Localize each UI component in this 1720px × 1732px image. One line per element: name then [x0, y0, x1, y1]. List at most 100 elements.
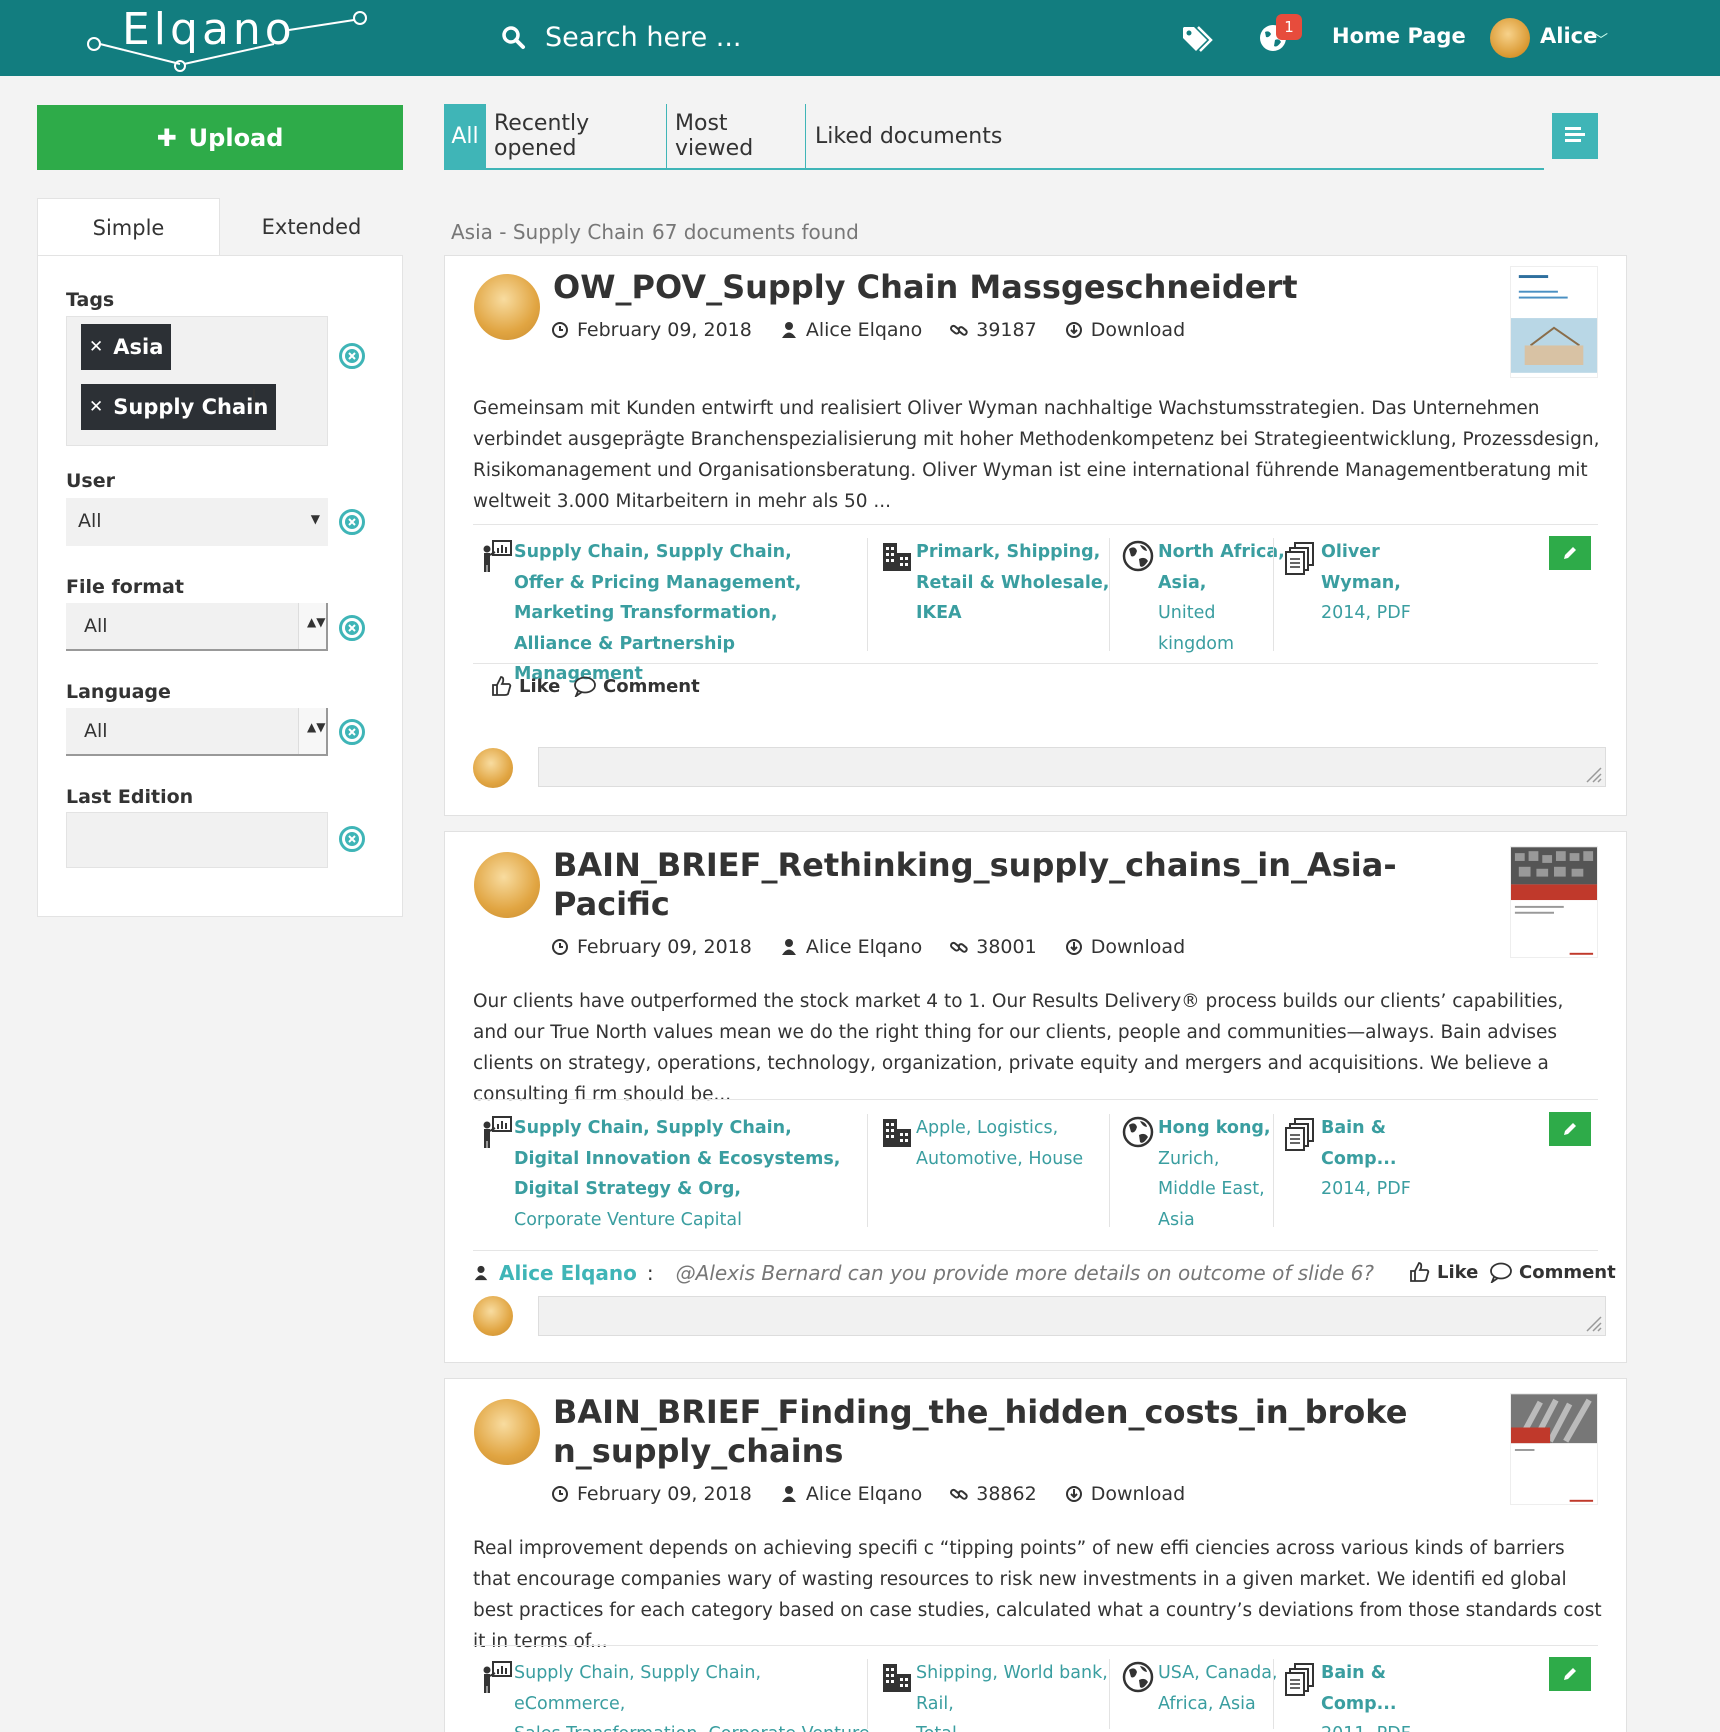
- region-link[interactable]: Middle East,: [1158, 1179, 1265, 1199]
- region-link[interactable]: USA, Canada,: [1158, 1663, 1278, 1683]
- document-meta: February 09, 2018 Alice Elqano 39187 Dow…: [551, 319, 1185, 341]
- industry-link[interactable]: Automotive, House: [916, 1149, 1083, 1169]
- avatar[interactable]: [1490, 18, 1530, 58]
- home-page-link[interactable]: Home Page: [1332, 24, 1466, 48]
- source-info: Bain & Comp... 2011, PDF: [1321, 1658, 1451, 1732]
- document-title[interactable]: BAIN_BRIEF_Finding_the_hidden_costs_in_b…: [553, 1393, 1407, 1471]
- tab-extended[interactable]: Extended: [220, 198, 403, 256]
- download-link[interactable]: Download: [1091, 936, 1185, 958]
- source-link[interactable]: Oliver Wyman,: [1321, 542, 1401, 593]
- pencil-icon: [1564, 1668, 1576, 1680]
- source-info: Oliver Wyman, 2014, PDF: [1321, 537, 1441, 629]
- topic-link[interactable]: Digital Strategy & Org,: [514, 1179, 741, 1199]
- remove-tag-icon[interactable]: ✕: [89, 397, 103, 417]
- remove-tag-icon[interactable]: ✕: [89, 337, 103, 357]
- file-format-select[interactable]: All ▲▼: [66, 603, 328, 651]
- comment-icon: [1490, 1262, 1512, 1283]
- tab-recently-opened[interactable]: Recently opened: [494, 104, 667, 168]
- industry-link[interactable]: Shipping, World bank, Rail,: [916, 1663, 1108, 1714]
- topic-link[interactable]: Marketing Transformation,: [514, 603, 777, 623]
- thumbs-up-icon: [1410, 1262, 1430, 1282]
- source-link[interactable]: Bain & Comp...: [1321, 1663, 1397, 1714]
- logo[interactable]: Elqano: [84, 4, 374, 72]
- like-button[interactable]: Like: [1409, 1261, 1478, 1283]
- download-link[interactable]: Download: [1091, 319, 1185, 341]
- region-link[interactable]: North Africa,: [1158, 542, 1285, 562]
- tag-chip-supply-chain[interactable]: ✕ Supply Chain: [81, 384, 277, 430]
- document-author[interactable]: Alice Elqano: [806, 936, 922, 958]
- topic-link[interactable]: Digital Innovation & Ecosystems,: [514, 1149, 840, 1169]
- list-view-button[interactable]: [1552, 113, 1598, 159]
- topic-link[interactable]: Offer & Pricing Management,: [514, 573, 801, 593]
- topic-link[interactable]: Supply Chain, Supply Chain, eCommerce,: [514, 1663, 761, 1714]
- clear-user-icon[interactable]: [337, 507, 367, 537]
- clear-edition-icon[interactable]: [337, 824, 367, 854]
- industry-link[interactable]: Total: [916, 1724, 957, 1732]
- clock-icon: [552, 1486, 568, 1502]
- comment-author[interactable]: Alice Elqano: [499, 1261, 637, 1285]
- region-link[interactable]: Asia: [1158, 1210, 1195, 1230]
- source-link[interactable]: Bain & Comp...: [1321, 1118, 1397, 1169]
- comment-button[interactable]: Comment: [573, 675, 700, 697]
- industry-link[interactable]: Retail & Wholesale, IKEA: [916, 573, 1109, 624]
- comment-input[interactable]: [538, 1296, 1606, 1336]
- industry-link[interactable]: Apple, Logistics,: [916, 1118, 1058, 1138]
- edit-button[interactable]: [1549, 1112, 1591, 1146]
- resize-handle-icon[interactable]: [1581, 1311, 1603, 1333]
- upload-button[interactable]: ✚ Upload: [37, 105, 403, 170]
- tags-label: Tags: [66, 289, 115, 311]
- document-meta: February 09, 2018 Alice Elqano 38862 Dow…: [551, 1483, 1185, 1505]
- documents-icon: [1285, 1118, 1314, 1151]
- document-description: Gemeinsam mit Kunden entwirft und realis…: [473, 398, 1600, 512]
- chevron-down-icon[interactable]: ﹀: [1594, 30, 1608, 50]
- download-link[interactable]: Download: [1091, 1483, 1185, 1505]
- last-edition-input[interactable]: [66, 812, 328, 868]
- view-count: 39187: [976, 319, 1037, 341]
- document-thumbnail[interactable]: [1510, 1393, 1598, 1505]
- filter-tabs: Simple Extended: [37, 198, 403, 256]
- industry-link[interactable]: Primark, Shipping,: [916, 542, 1100, 562]
- document-author[interactable]: Alice Elqano: [806, 1483, 922, 1505]
- document-title[interactable]: BAIN_BRIEF_Rethinking_supply_chains_in_A…: [553, 846, 1397, 924]
- region-link[interactable]: Africa, Asia: [1158, 1694, 1256, 1714]
- like-button[interactable]: Like: [491, 675, 560, 697]
- region-link[interactable]: Hong kong,: [1158, 1118, 1271, 1138]
- resize-handle-icon[interactable]: [1581, 762, 1603, 784]
- clear-tags-icon[interactable]: [337, 341, 367, 371]
- search-input[interactable]: Search here ...: [545, 22, 742, 53]
- document-title[interactable]: OW_POV_Supply Chain Massgeschneidert: [553, 268, 1313, 307]
- regions-list: Hong kong, Zurich, Middle East, Asia: [1158, 1113, 1288, 1235]
- language-select[interactable]: All ▲▼: [66, 708, 328, 756]
- tab-simple[interactable]: Simple: [37, 198, 220, 256]
- user-select[interactable]: All ▼: [66, 498, 328, 546]
- topic-link[interactable]: Sales Transformation, Corporate Venture …: [514, 1724, 870, 1732]
- edit-button[interactable]: [1549, 536, 1591, 570]
- document-thumbnail[interactable]: [1510, 266, 1598, 378]
- regions-list: USA, Canada, Africa, Asia: [1158, 1658, 1288, 1719]
- search-bar[interactable]: Search here ...: [500, 18, 880, 60]
- user-menu[interactable]: Alice: [1540, 24, 1597, 48]
- tab-liked-documents[interactable]: Liked documents: [815, 104, 1015, 168]
- tag-chip-asia[interactable]: ✕ Asia: [81, 324, 172, 370]
- edit-button[interactable]: [1549, 1657, 1591, 1691]
- tags-icon[interactable]: [1180, 22, 1214, 56]
- tab-all[interactable]: All: [444, 104, 486, 168]
- document-thumbnail[interactable]: [1510, 846, 1598, 958]
- topic-link[interactable]: Supply Chain, Supply Chain,: [514, 1118, 792, 1138]
- presentation-icon: [483, 1661, 512, 1693]
- topic-link[interactable]: Supply Chain, Supply Chain,: [514, 542, 792, 562]
- comment-input[interactable]: [538, 747, 1606, 787]
- clear-language-icon[interactable]: [337, 717, 367, 747]
- topics-list: Supply Chain, Supply Chain, Offer & Pric…: [514, 537, 864, 690]
- region-link[interactable]: United kingdom: [1158, 603, 1234, 654]
- tab-most-viewed[interactable]: Most viewed: [675, 104, 806, 168]
- topics-list: Supply Chain, Supply Chain, Digital Inno…: [514, 1113, 864, 1235]
- tags-input[interactable]: ✕ Asia ✕ Supply Chain: [66, 316, 328, 446]
- region-link[interactable]: Asia,: [1158, 573, 1206, 593]
- document-author[interactable]: Alice Elqano: [806, 319, 922, 341]
- dropdown-arrow-icon: ▲▼: [307, 615, 326, 629]
- clear-format-icon[interactable]: [337, 613, 367, 643]
- comment-button[interactable]: Comment: [1489, 1261, 1616, 1283]
- topic-link[interactable]: Corporate Venture Capital: [514, 1210, 742, 1230]
- region-link[interactable]: Zurich,: [1158, 1149, 1219, 1169]
